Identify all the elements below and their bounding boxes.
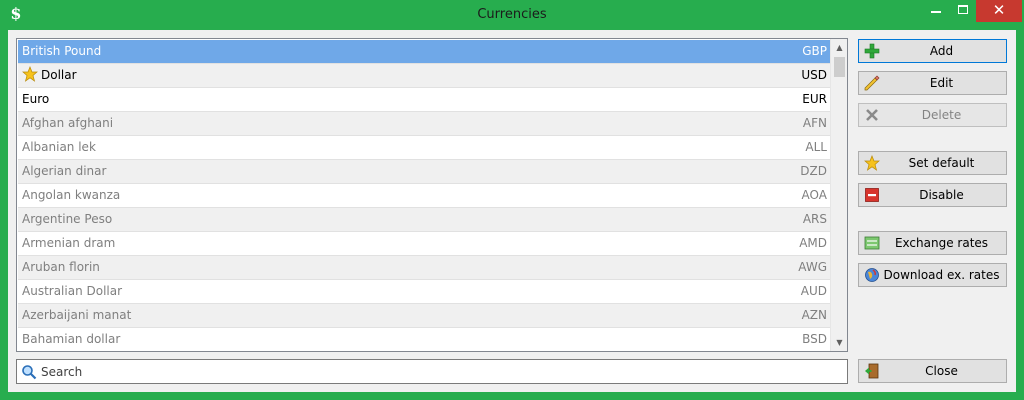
- currency-name: Azerbaijani manat: [22, 304, 131, 327]
- delete-button[interactable]: Delete: [858, 103, 1007, 127]
- window-close-button[interactable]: ✕: [976, 0, 1022, 22]
- exit-door-icon: [865, 363, 879, 379]
- currency-name-text: Argentine Peso: [22, 212, 113, 226]
- currency-name: Argentine Peso: [22, 208, 112, 231]
- minus-icon: [865, 188, 879, 202]
- maximize-button[interactable]: [950, 0, 976, 22]
- window-title: Currencies: [477, 7, 547, 22]
- currency-row[interactable]: Bahamian dollar BSD: [18, 328, 830, 351]
- search-input[interactable]: [41, 362, 841, 381]
- currency-code: AWG: [798, 260, 827, 274]
- title-bar: $ Currencies ✕: [0, 0, 1024, 30]
- currency-code: GBP: [802, 44, 827, 58]
- currency-code: ARS: [802, 212, 827, 226]
- currency-name: Albanian lek: [22, 136, 96, 159]
- currency-name-text: British Pound: [22, 44, 102, 58]
- plus-icon: [864, 43, 880, 59]
- close-button[interactable]: Close: [858, 359, 1007, 383]
- close-icon: ✕: [992, 1, 1006, 19]
- currency-name-text: Aruban florin: [22, 260, 100, 274]
- minimize-icon: [931, 11, 941, 13]
- default-star-icon: [22, 66, 38, 82]
- currency-code: AUD: [800, 284, 827, 298]
- pencil-icon: [864, 75, 880, 91]
- currency-name: Australian Dollar: [22, 280, 122, 303]
- currency-name-text: Algerian dinar: [22, 164, 107, 178]
- currency-name: Afghan afghani: [22, 112, 113, 135]
- currency-name: Armenian dram: [22, 232, 115, 255]
- currency-rows: British Pound GBP Dollar USD Euro EUR Afghan a…: [18, 40, 830, 351]
- currency-row[interactable]: Aruban florin AWG: [18, 256, 830, 280]
- currency-code: DZD: [800, 164, 827, 178]
- currency-row[interactable]: Algerian dinar DZD: [18, 160, 830, 184]
- set-default-button[interactable]: Set default: [858, 151, 1007, 175]
- currency-row[interactable]: Albanian lek ALL: [18, 136, 830, 160]
- edit-button[interactable]: Edit: [858, 71, 1007, 95]
- currency-name-text: Azerbaijani manat: [22, 308, 132, 322]
- add-button[interactable]: Add: [858, 39, 1007, 63]
- currency-name: Angolan kwanza: [22, 184, 120, 207]
- maximize-icon: [958, 5, 968, 14]
- currency-row[interactable]: Angolan kwanza AOA: [18, 184, 830, 208]
- currency-code: BSD: [802, 332, 827, 346]
- exchange-icon: [864, 236, 880, 250]
- currency-name: Algerian dinar: [22, 160, 106, 183]
- disable-button[interactable]: Disable: [858, 183, 1007, 207]
- scroll-up-arrow-icon[interactable]: ▲: [831, 39, 847, 56]
- currency-name-text: Euro: [22, 92, 50, 106]
- currency-row[interactable]: British Pound GBP: [18, 40, 830, 64]
- currency-name-text: Bahamian dollar: [22, 332, 121, 346]
- currency-name: Bahamian dollar: [22, 328, 120, 351]
- currency-code: AMD: [799, 236, 827, 250]
- currency-name-text: Angolan kwanza: [22, 188, 121, 202]
- search-box[interactable]: [16, 359, 848, 384]
- currency-name: Aruban florin: [22, 256, 100, 279]
- currency-code: AZN: [801, 308, 827, 322]
- scroll-down-arrow-icon[interactable]: ▼: [831, 334, 847, 351]
- scroll-thumb[interactable]: [834, 57, 845, 77]
- currency-code: USD: [801, 68, 827, 82]
- x-icon: [866, 109, 878, 121]
- globe-icon: [865, 268, 879, 282]
- currency-name-text: Afghan afghani: [22, 116, 114, 130]
- currency-name-text: Australian Dollar: [22, 284, 123, 298]
- star-icon: [864, 155, 880, 171]
- magnifier-icon: [22, 365, 37, 380]
- currency-code: EUR: [802, 92, 827, 106]
- currency-row[interactable]: Australian Dollar AUD: [18, 280, 830, 304]
- currency-row[interactable]: Azerbaijani manat AZN: [18, 304, 830, 328]
- currency-row[interactable]: Argentine Peso ARS: [18, 208, 830, 232]
- currency-name-text: Armenian dram: [22, 236, 116, 250]
- currency-name: Euro: [22, 88, 49, 111]
- dialog-client-area: British Pound GBP Dollar USD Euro EUR Afghan a…: [8, 30, 1016, 392]
- currency-row[interactable]: Armenian dram AMD: [18, 232, 830, 256]
- minimize-button[interactable]: [922, 0, 950, 22]
- vertical-scrollbar[interactable]: ▲ ▼: [830, 39, 847, 351]
- currency-code: ALL: [805, 140, 827, 154]
- currency-code: AFN: [802, 116, 827, 130]
- currency-row[interactable]: Afghan afghani AFN: [18, 112, 830, 136]
- currency-name-text: Dollar: [41, 68, 77, 82]
- currency-name-text: Albanian lek: [22, 140, 96, 154]
- currency-name: Dollar: [22, 64, 77, 87]
- currency-name: British Pound: [22, 40, 101, 63]
- download-rates-button[interactable]: Download ex. rates: [858, 263, 1007, 287]
- currency-row[interactable]: Dollar USD: [18, 64, 830, 88]
- exchange-rates-button[interactable]: Exchange rates: [858, 231, 1007, 255]
- currency-list[interactable]: British Pound GBP Dollar USD Euro EUR Afghan a…: [16, 38, 848, 352]
- currency-row[interactable]: Euro EUR: [18, 88, 830, 112]
- currency-code: AOA: [801, 188, 827, 202]
